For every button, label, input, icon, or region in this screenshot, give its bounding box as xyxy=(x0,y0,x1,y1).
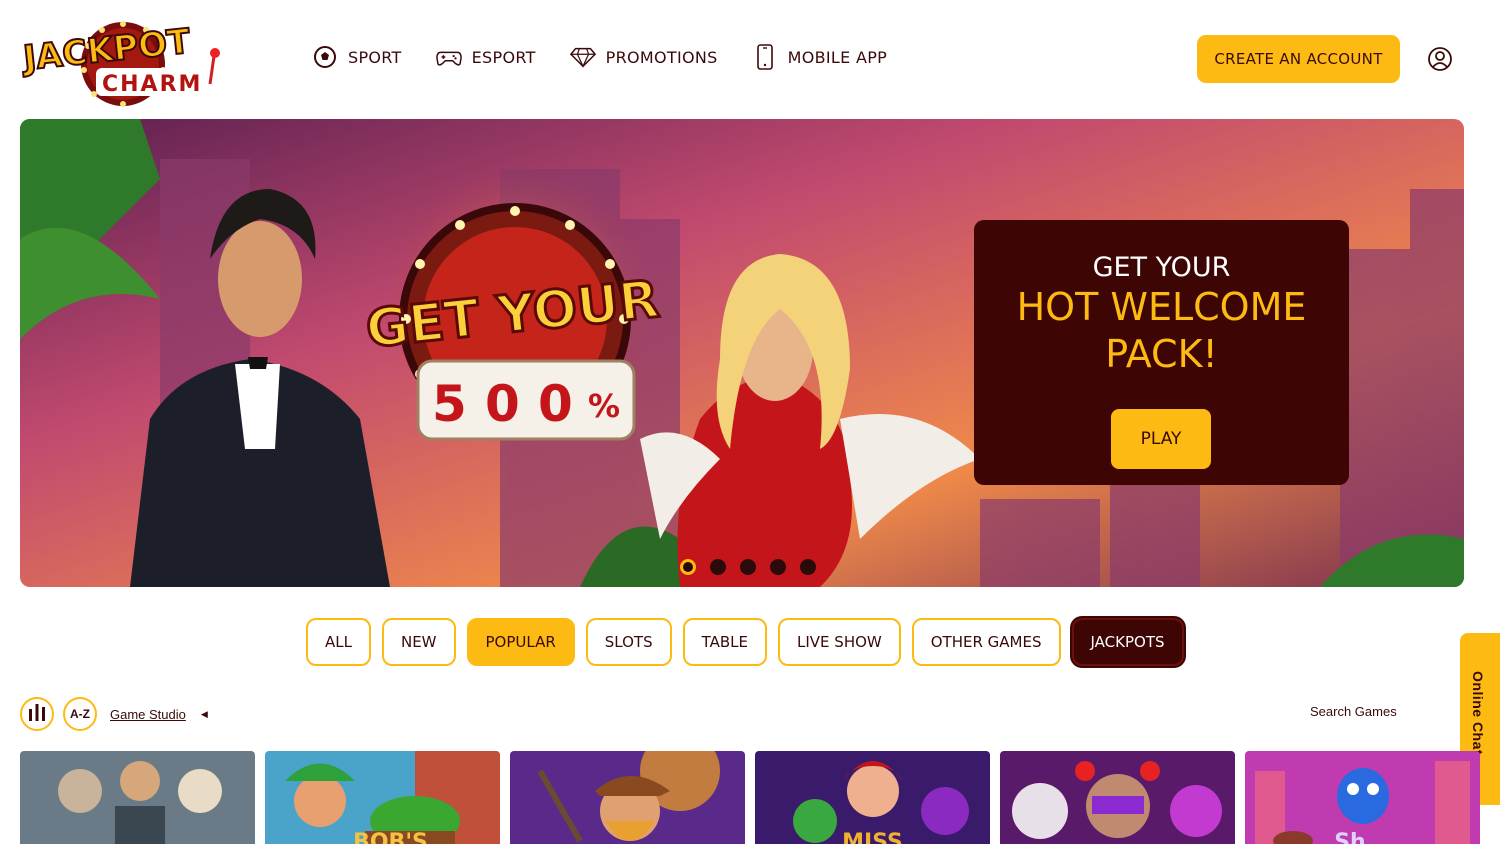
game-tools: A-Z Game Studio ◀ xyxy=(20,697,208,731)
user-icon[interactable] xyxy=(1424,43,1456,75)
play-button[interactable]: PLAY xyxy=(1111,409,1211,469)
game-grid: BOB'S MISS Sh... xyxy=(20,751,1480,844)
game-tile-6-title: Sh... xyxy=(1334,830,1391,844)
carousel-dot-5[interactable] xyxy=(800,559,816,575)
filter-slots[interactable]: SLOTS xyxy=(585,618,672,666)
game-tile-1[interactable] xyxy=(20,751,255,844)
carousel-dot-3[interactable] xyxy=(740,559,756,575)
game-tile-2[interactable]: BOB'S xyxy=(265,751,500,844)
carousel-dots xyxy=(680,559,816,575)
nav-promotions-label: PROMOTIONS xyxy=(605,47,718,67)
filter-new[interactable]: NEW xyxy=(381,618,456,666)
nav-esport[interactable]: ESPORT xyxy=(435,44,536,70)
game-tile-2-title: BOB'S xyxy=(353,830,428,844)
hero-banner[interactable]: GET YOUR 5 0 0 % GET YOUR HOT WELCOME PA… xyxy=(20,119,1464,587)
nav-esport-label: ESPORT xyxy=(471,47,536,67)
filter-table[interactable]: TABLE xyxy=(682,618,768,666)
main-nav: SPORT ESPORT PROMOTIONS MOBILE APP xyxy=(312,44,887,70)
nav-sport-label: SPORT xyxy=(348,47,402,67)
soccer-ball-icon xyxy=(312,44,338,70)
jackpot-charm-logo[interactable]: JACKPOT CHARM xyxy=(18,8,228,108)
mobile-phone-icon xyxy=(752,44,778,70)
game-tile-6[interactable]: Sh... xyxy=(1245,751,1480,844)
search-games[interactable]: Search Games xyxy=(1310,704,1397,719)
promo-line2: HOT WELCOME PACK! xyxy=(1016,285,1307,376)
sort-az-label: A-Z xyxy=(70,707,90,721)
site-header: JACKPOT CHARM SPORT ESPORT PROMOTIONS MO… xyxy=(0,0,1500,118)
banner-digit-3: 0 xyxy=(538,375,573,433)
nav-mobile-app-label: MOBILE APP xyxy=(787,47,888,67)
sort-popularity-button[interactable] xyxy=(20,697,54,731)
carousel-dot-4[interactable] xyxy=(770,559,786,575)
nav-sport[interactable]: SPORT xyxy=(312,44,402,70)
banner-percent: % xyxy=(588,387,620,425)
promo-box: GET YOUR HOT WELCOME PACK! PLAY xyxy=(974,220,1349,485)
banner-digit-1: 5 xyxy=(432,375,467,433)
create-account-button[interactable]: CREATE AN ACCOUNT xyxy=(1197,35,1400,83)
game-tile-5[interactable] xyxy=(1000,751,1235,844)
online-chat-label: Online Chat xyxy=(1470,671,1486,756)
carousel-dot-2[interactable] xyxy=(710,559,726,575)
promo-line1: GET YOUR xyxy=(1092,252,1231,283)
filter-all[interactable]: ALL xyxy=(306,618,371,666)
diamond-icon xyxy=(569,44,596,70)
filter-live-show[interactable]: LIVE SHOW xyxy=(778,618,901,666)
game-tile-4[interactable]: MISS xyxy=(755,751,990,844)
bar-chart-icon xyxy=(27,703,47,726)
svg-text:CHARM: CHARM xyxy=(102,72,202,97)
nav-promotions[interactable]: PROMOTIONS xyxy=(569,44,718,70)
game-tile-3[interactable] xyxy=(510,751,745,844)
search-games-label: Search Games xyxy=(1310,704,1397,719)
sort-az-button[interactable]: A-Z xyxy=(63,697,97,731)
game-category-filters: ALL NEW POPULAR SLOTS TABLE LIVE SHOW OT… xyxy=(306,618,1184,666)
nav-mobile-app[interactable]: MOBILE APP xyxy=(752,44,887,70)
caret-left-icon: ◀ xyxy=(200,708,208,719)
filter-other-games[interactable]: OTHER GAMES xyxy=(911,618,1061,666)
filter-jackpots[interactable]: JACKPOTS xyxy=(1071,618,1184,666)
game-tile-4-title: MISS xyxy=(842,830,903,844)
gamepad-icon xyxy=(435,44,462,70)
banner-digit-2: 0 xyxy=(485,375,520,433)
game-studio-dropdown[interactable]: Game Studio xyxy=(110,707,186,722)
carousel-dot-1[interactable] xyxy=(680,559,696,575)
filter-popular[interactable]: POPULAR xyxy=(466,618,575,666)
